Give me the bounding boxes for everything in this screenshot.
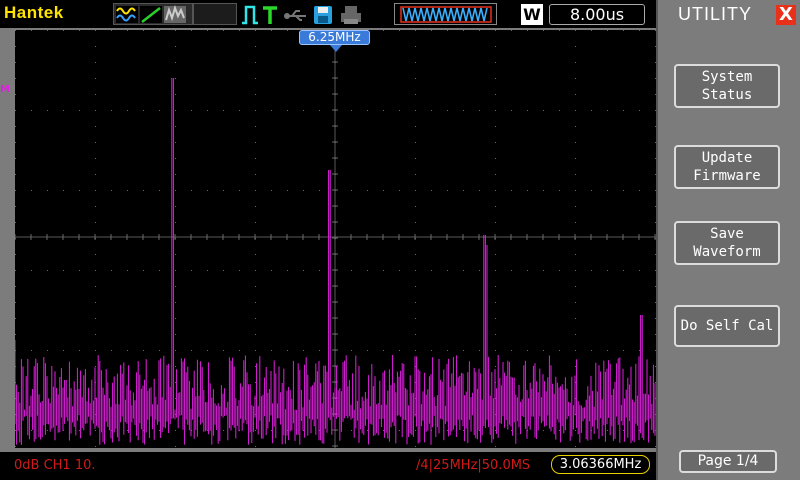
button-label-line2: Waveform [693,244,761,260]
math-channel-marker: M [0,84,10,95]
window-mode-badge: W [521,4,543,25]
waveform-window-icon [394,3,497,25]
panel-title: UTILITY [678,4,753,24]
brand-logo: Hantek [4,3,64,22]
pulse-icon [242,5,258,25]
noise-icon [164,4,186,23]
do-self-cal-button[interactable]: Do Self Cal [674,305,780,347]
waveform-type-icons [113,3,193,25]
system-status-button[interactable]: System Status [674,64,780,108]
trigger-t-icon [263,6,277,24]
save-waveform-button[interactable]: Save Waveform [674,221,780,265]
channel-scale-readout: 0dB CH1 10. [14,458,96,473]
page-button[interactable]: Page 1/4 [679,450,777,473]
printer-icon [341,6,361,24]
top-status-bar: Hantek W 8.00us [0,0,656,28]
frequency-counter-readout: 3.06366MHz [551,455,650,474]
center-frequency-marker[interactable]: 6.25MHz [299,30,370,45]
trigger-status-icons [242,5,361,25]
button-label-line2: Status [701,87,753,103]
waveform-display [15,30,656,448]
update-firmware-button[interactable]: Update Firmware [674,145,780,189]
button-label-line2: Firmware [693,168,761,184]
ramp-icon [140,6,162,23]
button-label-line1: System [701,69,753,85]
sample-rate-readout: /4|25MHz|50.0MS [416,458,531,473]
usb-icon [284,10,306,21]
close-icon[interactable]: X [776,5,796,25]
button-label-line1: Do Self Cal [680,318,774,334]
center-marker-pointer [330,45,342,52]
blank-indicator [193,3,237,25]
graticule [15,30,656,448]
save-disk-icon [314,6,332,24]
button-label-line1: Update [701,150,753,166]
button-label-line1: Save [710,226,744,242]
timebase-readout[interactable]: 8.00us [549,4,645,25]
wave-icon [116,6,138,23]
